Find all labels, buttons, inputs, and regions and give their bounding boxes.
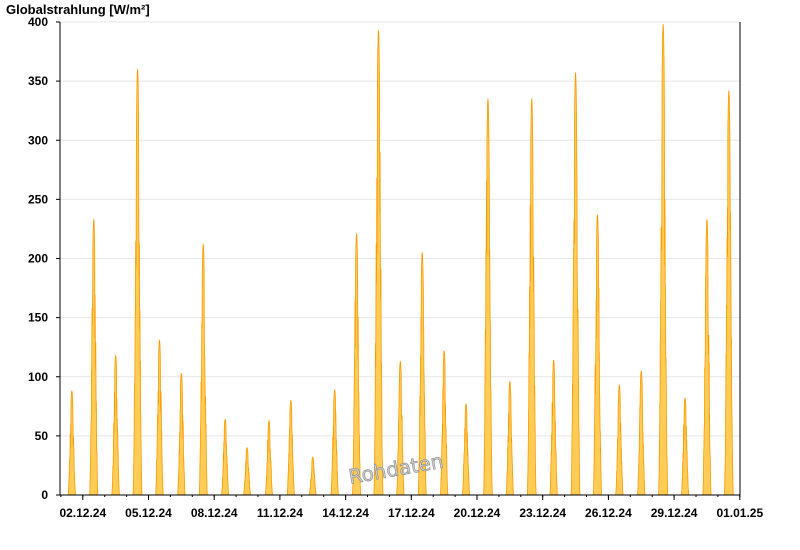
chart: 0 50 100 150 200 250 300 350 400 02.12.24 05.12.2…: [6, 2, 763, 520]
daily-radiation-peak: [439, 350, 449, 496]
daily-radiation-peak: [658, 23, 669, 496]
y-tick-label: 250: [28, 192, 48, 206]
daily-radiation-peak: [637, 370, 646, 496]
x-tick-label: 02.12.24: [59, 506, 106, 520]
y-tick-labels: 0 50 100 150 200 250 300 350 400: [28, 15, 48, 502]
daily-radiation-peak: [526, 98, 537, 496]
daily-radiation-peak: [308, 456, 317, 496]
daily-radiation-peak: [680, 397, 690, 496]
x-tick-label: 29.12.24: [651, 506, 698, 520]
daily-radiation-peak: [352, 233, 362, 496]
daily-radiation-peak: [570, 72, 581, 496]
daily-radiation-peak: [592, 214, 602, 496]
x-tick-label: 01.01.25: [716, 506, 763, 520]
daily-radiation-peak: [702, 219, 712, 496]
daily-radiation-peak: [505, 381, 515, 496]
daily-radiation-peak: [549, 359, 558, 496]
daily-radiation-peak: [615, 384, 624, 496]
radiation-area: [67, 23, 734, 496]
x-tick-label: 08.12.24: [191, 506, 238, 520]
y-tick-label: 200: [28, 252, 48, 266]
y-tick-label: 400: [28, 15, 48, 29]
daily-radiation-peak: [461, 403, 471, 496]
daily-radiation-peak: [155, 339, 164, 496]
daily-radiation-peak: [198, 243, 208, 496]
daily-radiation-peak: [373, 29, 384, 496]
x-tick-label: 11.12.24: [257, 506, 303, 520]
x-tick-label: 23.12.24: [519, 506, 566, 520]
daily-radiation-peak: [89, 219, 99, 496]
y-tick-label: 150: [28, 311, 48, 325]
y-tick-label: 350: [28, 74, 48, 88]
x-tick-label: 14.12.24: [322, 506, 369, 520]
y-tick-label: 50: [35, 429, 49, 443]
y-tick-label: 0: [41, 488, 48, 502]
y-tick-label: 100: [28, 370, 48, 384]
daily-radiation-peak: [243, 447, 252, 496]
daily-radiation-peak: [286, 400, 295, 496]
watermark-text: Rohdaten: [347, 449, 445, 489]
daily-radiation-peak: [177, 372, 186, 496]
daily-radiation-peak: [221, 418, 230, 496]
y-tick-label: 300: [28, 133, 48, 147]
daily-radiation-peak: [67, 390, 76, 496]
x-tick-label: 20.12.24: [454, 506, 501, 520]
daily-radiation-peak: [724, 90, 734, 496]
x-tick-label: 05.12.24: [125, 506, 172, 520]
x-tick-label: 26.12.24: [585, 506, 632, 520]
daily-radiation-peak: [264, 420, 274, 496]
x-tick-labels: 02.12.24 05.12.24 08.12.24 11.12.24 14.12.24…: [59, 506, 763, 520]
y-axis-title: Globalstrahlung [W/m²]: [6, 2, 150, 17]
daily-radiation-peak: [132, 68, 143, 496]
daily-radiation-peak: [330, 389, 339, 496]
daily-radiation-peak: [483, 98, 493, 496]
x-tick-label: 17.12.24: [388, 506, 435, 520]
